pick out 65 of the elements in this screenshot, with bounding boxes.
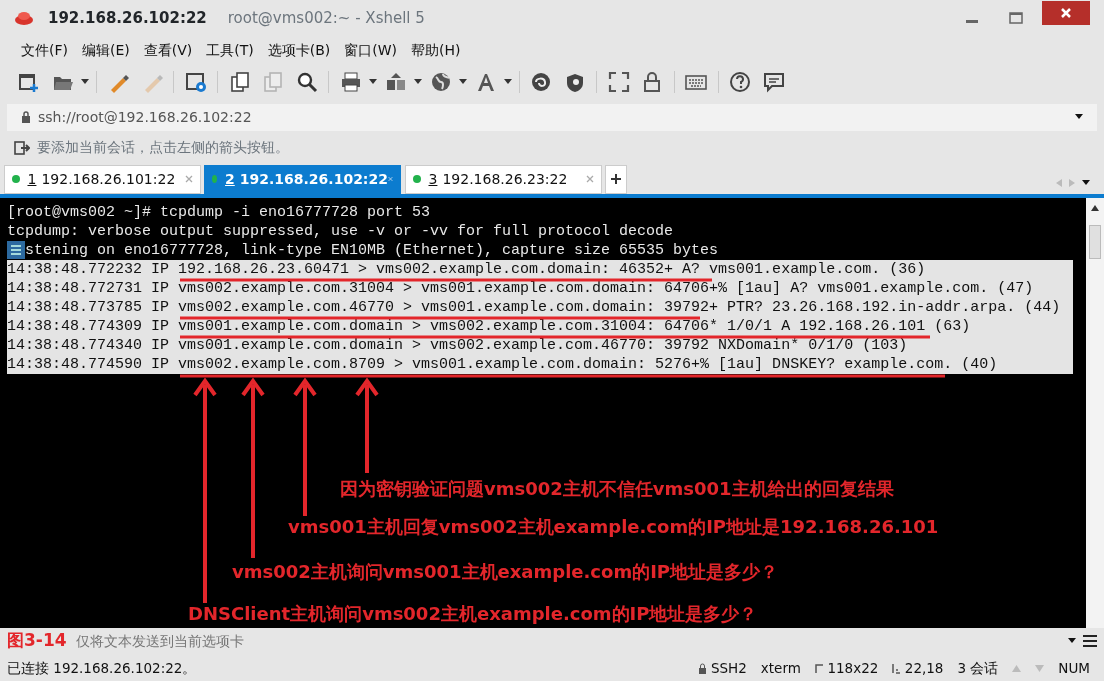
menu-item[interactable]: 编辑(E) <box>75 37 137 63</box>
window-title: 192.168.26.102:22 <box>48 7 207 29</box>
caret-icon[interactable] <box>1082 179 1090 186</box>
terminal-size: 118x22 <box>827 658 879 678</box>
caret-icon[interactable] <box>504 79 512 85</box>
cursor-icon <box>892 662 902 674</box>
lock-icon <box>21 111 31 123</box>
resize-icon <box>814 662 824 674</box>
caret-icon[interactable] <box>414 79 422 85</box>
annotation-text: vms001主机回复vms002主机example.com的IP地址是192.168.26.101 <box>288 514 939 539</box>
scroll-up-icon[interactable] <box>1091 204 1099 211</box>
lock-icon <box>698 662 708 674</box>
address-field[interactable]: ssh://root@192.168.26.102:22 <box>7 103 1097 131</box>
hint-text: 要添加当前会话，点击左侧的箭头按钮。 <box>37 138 289 157</box>
menu-item[interactable]: 工具(T) <box>199 37 261 63</box>
window-subtitle: root@vms002:~ - Xshell 5 <box>227 7 425 29</box>
search-icon[interactable] <box>295 71 318 93</box>
annotation-text: vms002主机询问vms001主机example.com的IP地址是多少？ <box>232 559 779 584</box>
connection-status: 已连接 192.168.26.102:22。 <box>7 658 197 678</box>
scroll-thumb[interactable] <box>1089 224 1101 259</box>
session-count: 3 会话 <box>957 658 999 678</box>
fullscreen-icon[interactable] <box>607 71 630 93</box>
copy-icon[interactable] <box>228 71 251 93</box>
close-icon <box>1061 8 1071 18</box>
caret-icon[interactable] <box>459 79 467 85</box>
menu-item[interactable]: 窗口(W) <box>337 37 405 63</box>
terminal-line: stening on eno16777728, link-type EN10MB (Ethernet), capture size 65535 bytes <box>25 240 719 260</box>
globe-icon[interactable] <box>429 71 452 93</box>
menu-item[interactable]: 选项卡(B) <box>260 37 338 63</box>
terminal-type: xterm <box>760 658 801 678</box>
swirl-icon[interactable] <box>530 71 552 93</box>
session-tab[interactable]: 3 192.168.26.23:22 <box>404 164 602 194</box>
session-tab[interactable]: 1 192.168.26.101:22 <box>3 164 201 194</box>
help-icon[interactable] <box>729 71 751 93</box>
cursor-position: 22,18 <box>904 658 944 678</box>
chat-icon[interactable] <box>762 71 785 93</box>
caret-icon[interactable] <box>1075 114 1083 120</box>
send-text-field[interactable]: 仅将文本发送到当前选项卡 <box>73 629 1061 653</box>
menu-item[interactable]: 文件(F) <box>14 37 75 63</box>
menu-item[interactable]: 帮助(H) <box>404 37 468 63</box>
caret-icon[interactable] <box>1068 638 1076 644</box>
add-tab-button[interactable] <box>605 164 627 194</box>
protocol-status: SSH2 <box>710 658 747 678</box>
annotation-text: DNSClient主机询问vms002主机example.com的IP地址是多少？ <box>188 601 758 626</box>
app-logo-icon <box>14 10 34 26</box>
terminal-line: tcpdump: verbose output suppressed, use -v or -vv for full protocol decode <box>7 221 675 241</box>
num-lock-status: NUM <box>1058 658 1090 678</box>
terminal-line: [root@vms002 ~]# tcpdump -i eno16777728 port 53 <box>7 202 432 222</box>
close-button[interactable] <box>1042 1 1090 25</box>
annotation-text: 因为密钥验证问题vms002主机不信任vms001主机给出的回复结果 <box>340 476 894 501</box>
lock-icon[interactable] <box>641 71 663 93</box>
caret-icon[interactable] <box>81 79 89 85</box>
menu-icon[interactable] <box>1083 635 1097 647</box>
caret-icon[interactable] <box>369 79 377 85</box>
figure-label: 图3-14 <box>7 629 67 653</box>
session-tab[interactable]: 2 192.168.26.102:22 <box>204 164 401 194</box>
maximize-icon[interactable] <box>1009 12 1023 24</box>
settings-icon[interactable] <box>184 71 207 93</box>
printer-icon[interactable] <box>339 71 362 93</box>
new-session-icon[interactable] <box>18 71 40 93</box>
plus-icon <box>611 174 621 184</box>
menu-item[interactable]: 查看(V) <box>136 37 200 63</box>
transfer-icon[interactable] <box>384 71 407 93</box>
scrollbar[interactable] <box>1086 197 1104 628</box>
add-session-arrow-icon[interactable] <box>14 140 30 155</box>
